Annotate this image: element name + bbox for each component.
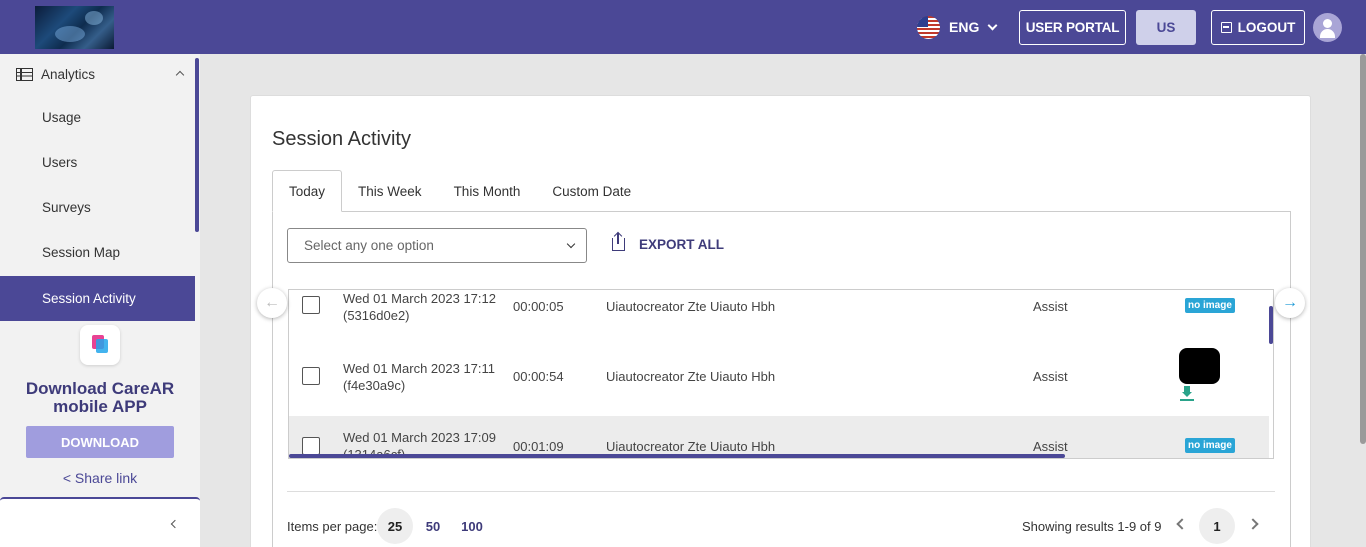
download-icon[interactable] — [1180, 386, 1194, 400]
session-activity-card: Session Activity Today This Week This Mo… — [250, 95, 1311, 547]
items-per-page-100[interactable]: 100 — [454, 508, 490, 544]
row-session-id: (5316d0e2) — [343, 308, 410, 323]
logout-label: LOGOUT — [1237, 20, 1296, 35]
sidebar-section-label: Analytics — [41, 66, 96, 82]
table-vertical-scrollbar[interactable] — [1269, 306, 1273, 344]
session-table: Wed 01 March 2023 17:12 (5316d0e2) 00:00… — [288, 289, 1274, 459]
no-image-badge: no image — [1185, 298, 1235, 313]
row-user-name: Uiautocreator Zte Uiauto Hbh — [606, 369, 776, 384]
items-per-page-25[interactable]: 25 — [377, 508, 413, 544]
row-user-name: Uiautocreator Zte Uiauto Hbh — [606, 299, 776, 314]
logout-icon — [1220, 22, 1232, 33]
table-row[interactable]: Wed 01 March 2023 17:11 (f4e30a9c) 00:00… — [289, 336, 1269, 416]
row-duration: 00:00:05 — [513, 299, 564, 314]
us-flag-icon — [917, 15, 940, 39]
logout-button[interactable]: LOGOUT — [1211, 10, 1305, 45]
chevron-down-icon — [987, 20, 998, 30]
row-session-type: Assist — [1033, 439, 1068, 454]
row-session-type: Assist — [1033, 299, 1068, 314]
carear-app-icon — [80, 325, 120, 365]
sidebar-scrollbar[interactable] — [195, 58, 199, 232]
filter-select[interactable]: Select any one option — [287, 228, 587, 263]
download-app-title: Download CareAR mobile APP — [0, 380, 200, 416]
table-row[interactable]: Wed 01 March 2023 17:09 (1314a6cf) 00:01… — [289, 416, 1269, 458]
row-checkbox[interactable] — [302, 296, 320, 314]
tab-this-month[interactable]: This Month — [438, 170, 537, 212]
top-header: ENG USER PORTAL US LOGOUT — [0, 0, 1366, 54]
sidebar-item-users[interactable]: Users — [0, 140, 195, 185]
session-thumbnail[interactable] — [1179, 348, 1220, 384]
chevron-down-icon — [566, 239, 576, 249]
row-checkbox[interactable] — [302, 437, 320, 455]
no-image-badge: no image — [1185, 438, 1235, 453]
results-count: Showing results 1-9 of 9 — [1022, 519, 1162, 534]
tab-this-week[interactable]: This Week — [342, 170, 438, 212]
row-duration: 00:01:09 — [513, 439, 564, 454]
download-title-line1: Download CareAR — [25, 379, 175, 398]
app-logo[interactable] — [35, 6, 114, 49]
row-checkbox[interactable] — [302, 367, 320, 385]
page-number-1[interactable]: 1 — [1199, 508, 1235, 544]
page-title: Session Activity — [272, 128, 411, 150]
row-duration: 00:00:54 — [513, 369, 564, 384]
sidebar-item-surveys[interactable]: Surveys — [0, 185, 195, 230]
scroll-right-arrow-icon[interactable]: → — [1275, 288, 1305, 318]
export-all-button[interactable]: EXPORT ALL — [612, 233, 725, 252]
tab-today[interactable]: Today — [272, 170, 343, 212]
row-date: Wed 01 March 2023 17:12 — [343, 291, 496, 306]
sidebar-section-analytics[interactable]: Analytics — [0, 54, 195, 94]
language-label: ENG — [949, 19, 980, 35]
share-link-label: Share link — [74, 470, 138, 486]
export-all-label: EXPORT ALL — [639, 237, 725, 252]
table-row[interactable]: Wed 01 March 2023 17:12 (5316d0e2) 00:00… — [289, 290, 1269, 336]
tab-custom-date[interactable]: Custom Date — [536, 170, 647, 212]
upload-icon — [612, 233, 625, 251]
table-horizontal-scrollbar[interactable] — [289, 454, 1065, 458]
scroll-left-arrow-icon[interactable]: ← — [257, 288, 287, 318]
sidebar-item-session-activity[interactable]: Session Activity — [0, 276, 195, 321]
sidebar-item-usage[interactable]: Usage — [0, 95, 195, 140]
chevron-left-icon[interactable] — [170, 519, 180, 529]
user-portal-button[interactable]: USER PORTAL — [1019, 10, 1126, 45]
items-per-page-50[interactable]: 50 — [415, 508, 451, 544]
region-button[interactable]: US — [1136, 10, 1196, 45]
row-user-name: Uiautocreator Zte Uiauto Hbh — [606, 439, 776, 454]
items-per-page-label: Items per page: — [287, 519, 378, 534]
date-tabs: Today This Week This Month Custom Date — [272, 170, 647, 212]
sidebar: Analytics Usage Users Surveys Session Ma… — [0, 54, 200, 547]
share-link[interactable]: < Share link — [0, 470, 200, 486]
page-scrollbar[interactable] — [1360, 54, 1366, 444]
sidebar-item-session-map[interactable]: Session Map — [0, 230, 195, 275]
filter-select-placeholder: Select any one option — [304, 238, 434, 253]
share-icon: < — [62, 470, 72, 486]
row-session-id: (f4e30a9c) — [343, 378, 406, 393]
download-button[interactable]: DOWNLOAD — [26, 426, 174, 458]
download-icon-base — [1180, 399, 1194, 401]
row-session-type: Assist — [1033, 369, 1068, 384]
divider — [287, 491, 1275, 492]
row-date: Wed 01 March 2023 17:09 — [343, 430, 496, 445]
table-icon — [16, 67, 33, 81]
download-title-line2: mobile APP — [53, 397, 147, 416]
language-selector[interactable]: ENG — [917, 14, 998, 40]
sidebar-collapse-bar[interactable] — [0, 497, 200, 547]
row-date: Wed 01 March 2023 17:11 — [343, 361, 496, 376]
avatar[interactable] — [1313, 13, 1342, 42]
